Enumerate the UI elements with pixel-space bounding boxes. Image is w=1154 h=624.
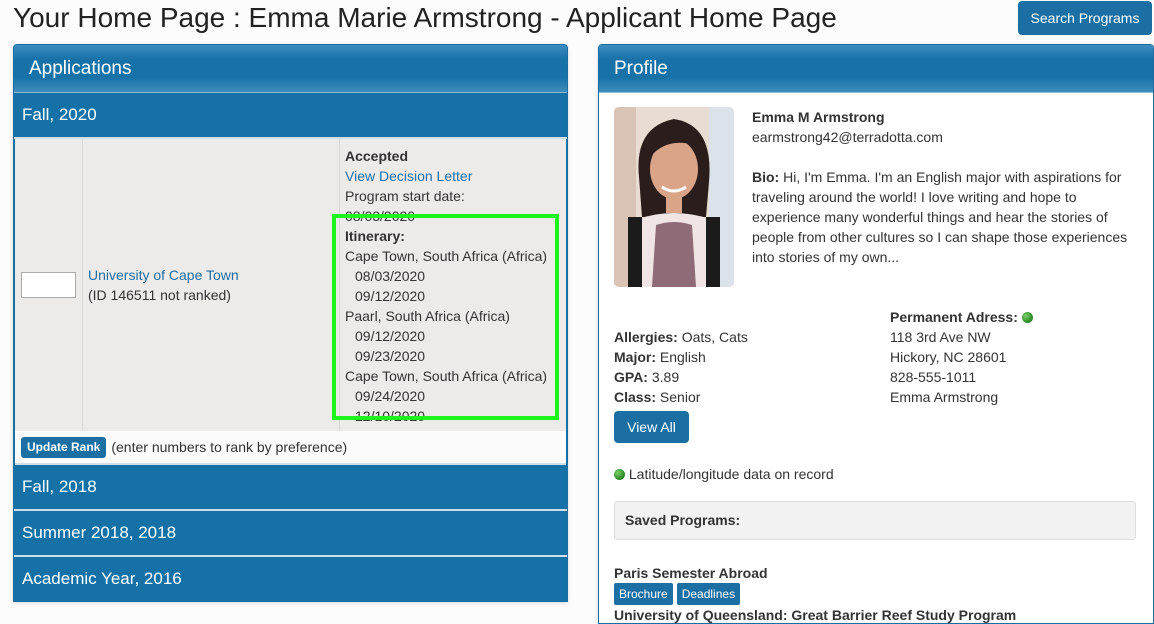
start-date-value: 08/03/2020 [345, 208, 416, 224]
deadlines-button[interactable]: Deadlines [676, 583, 741, 605]
itinerary-start: 09/12/2020 [355, 328, 426, 344]
saved-program: Paris Semester Abroad Brochure Deadlines … [614, 563, 1134, 623]
saved-programs-header: Saved Programs: [614, 501, 1136, 540]
itinerary-stop: Cape Town, South Africa (Africa) 09/24/2… [345, 366, 566, 426]
field-major: Major: English [614, 347, 748, 367]
profile-panel: Profile Emma M Armstrong earmstrong42@te… [598, 44, 1154, 624]
field-label: Major: [614, 349, 656, 365]
itinerary-location: Paarl, South Africa (Africa) [345, 308, 510, 324]
page-title: Your Home Page : Emma Marie Armstrong - … [13, 2, 837, 33]
term-header-fall-2018[interactable]: Fall, 2018 [14, 465, 567, 511]
itinerary-end: 12/10/2020 [355, 408, 426, 424]
field-label: Allergies: [614, 329, 678, 345]
itinerary-label: Itinerary: [345, 228, 405, 244]
applications-heading: Applications [14, 45, 567, 93]
address-phone: 828-555-1011 [890, 369, 977, 385]
itinerary-location: Cape Town, South Africa (Africa) [345, 248, 548, 264]
profile-bio: Bio: Hi, I'm Emma. I'm an English major … [752, 167, 1142, 267]
itinerary-start: 08/03/2020 [355, 268, 426, 284]
saved-program-name: University of Queensland: Great Barrier … [614, 607, 1017, 623]
itinerary-end: 09/12/2020 [355, 288, 426, 304]
address-line: 118 3rd Ave NW [890, 329, 991, 345]
field-value: Senior [659, 389, 701, 405]
term-header-fall-2020[interactable]: Fall, 2020 [14, 93, 567, 139]
program-cell: University of Cape Town (ID 146511 not r… [83, 139, 340, 431]
application-row: University of Cape Town (ID 146511 not r… [15, 139, 566, 431]
address-label: Permanent Adress: [890, 309, 1018, 325]
bio-text: Hi, I'm Emma. I'm an English major with … [752, 169, 1128, 265]
permanent-address: Permanent Adress: 118 3rd Ave NW Hickory… [890, 307, 1033, 407]
search-programs-button[interactable]: Search Programs [1018, 1, 1152, 35]
globe-icon [1021, 312, 1033, 323]
profile-photo-image [614, 107, 734, 287]
profile-heading: Profile [599, 45, 1153, 93]
term-header-summer-2018[interactable]: Summer 2018, 2018 [14, 511, 567, 557]
brochure-button[interactable]: Brochure [614, 583, 673, 605]
itinerary-start: 09/24/2020 [355, 388, 426, 404]
address-line: Hickory, NC 28601 [890, 349, 1007, 365]
field-value: Oats, Cats [681, 329, 748, 345]
globe-icon [614, 469, 625, 480]
application-status: Accepted [345, 148, 409, 164]
profile-fields: Allergies: Oats, Cats Major: English GPA… [614, 327, 748, 407]
update-rank-bar: Update Rank (enter numbers to rank by pr… [15, 431, 566, 465]
latlong-text: Latitude/longitude data on record [628, 466, 834, 482]
latlong-status: Latitude/longitude data on record [614, 464, 834, 484]
field-label: GPA: [614, 369, 648, 385]
address-contact-name: Emma Armstrong [890, 389, 999, 405]
itinerary-location: Cape Town, South Africa (Africa) [345, 368, 548, 384]
program-rank-note: (ID 146511 not ranked) [88, 287, 231, 303]
field-gpa: GPA: 3.89 [614, 367, 748, 387]
bio-label: Bio: [752, 169, 780, 185]
view-decision-letter-link[interactable]: View Decision Letter [345, 168, 472, 184]
field-allergies: Allergies: Oats, Cats [614, 327, 748, 347]
field-value: 3.89 [651, 369, 680, 385]
itinerary-end: 09/23/2020 [355, 348, 426, 364]
program-link[interactable]: University of Cape Town [88, 267, 239, 283]
saved-program-name: Paris Semester Abroad [614, 565, 768, 581]
start-date-label: Program start date: [345, 188, 465, 204]
applications-panel: Applications Fall, 2020 University of Ca… [13, 44, 568, 602]
field-class: Class: Senior [614, 387, 748, 407]
profile-email: earmstrong42@terradotta.com [752, 129, 943, 145]
view-all-button[interactable]: View All [614, 411, 689, 443]
term-header-academic-year-2016[interactable]: Academic Year, 2016 [14, 557, 567, 601]
update-rank-button[interactable]: Update Rank [21, 436, 107, 458]
itinerary-stop: Cape Town, South Africa (Africa) 08/03/2… [345, 246, 566, 306]
itinerary-stop: Paarl, South Africa (Africa) 09/12/2020 … [345, 306, 566, 366]
status-cell: Accepted View Decision Letter Program st… [332, 139, 566, 431]
profile-photo [614, 107, 734, 287]
field-value: English [659, 349, 706, 365]
rank-cell [15, 139, 83, 431]
update-rank-hint: (enter numbers to rank by preference) [111, 439, 348, 455]
field-label: Class: [614, 389, 657, 405]
rank-input[interactable] [21, 272, 76, 298]
profile-identity: Emma M Armstrong earmstrong42@terradotta… [752, 107, 1142, 267]
profile-name: Emma M Armstrong [752, 109, 885, 125]
